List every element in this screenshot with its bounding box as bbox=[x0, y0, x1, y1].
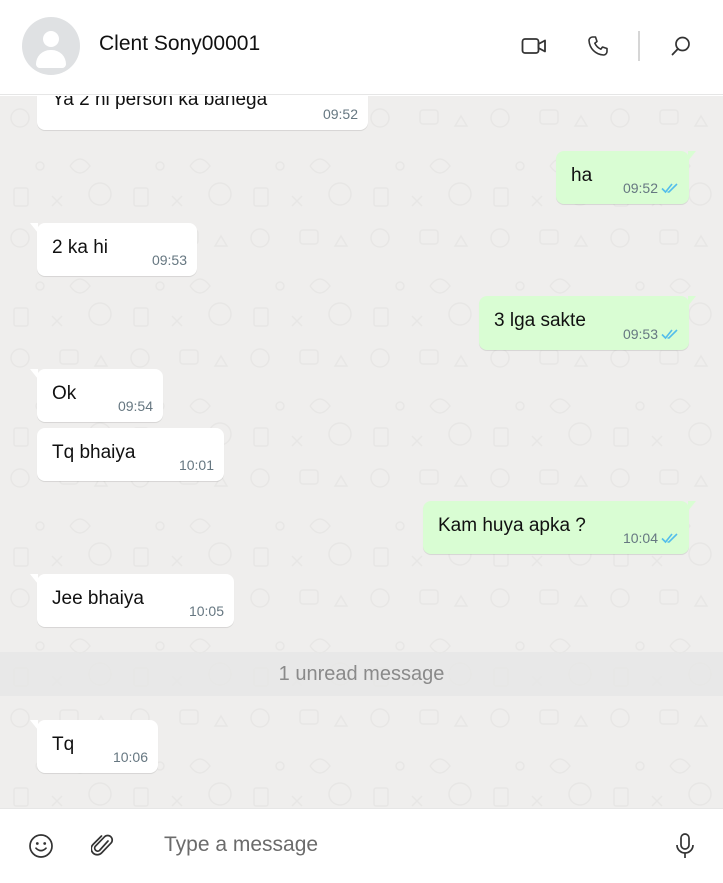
contact-name[interactable]: Clent Sony00001 bbox=[99, 32, 260, 56]
message-time: 10:05 bbox=[188, 603, 224, 619]
message-time: 10:01 bbox=[178, 457, 214, 473]
read-ticks-icon bbox=[661, 533, 678, 544]
message-incoming[interactable]: Ok 09:54 bbox=[30, 369, 163, 422]
message-time: 10:04 bbox=[623, 530, 679, 546]
avatar-icon[interactable] bbox=[22, 17, 80, 75]
read-ticks-icon bbox=[661, 183, 678, 194]
message-input[interactable] bbox=[152, 825, 632, 865]
message-incoming[interactable]: Jee bhaiya 10:05 bbox=[30, 574, 234, 627]
composer-bar bbox=[0, 808, 723, 883]
mic-icon[interactable] bbox=[670, 831, 700, 861]
message-outgoing[interactable]: 3 lga sakte 09:53 bbox=[479, 296, 696, 350]
read-ticks-icon bbox=[661, 329, 678, 340]
message-time: 09:53 bbox=[151, 252, 187, 268]
message-text: ha bbox=[571, 165, 593, 186]
message-text: 3 lga sakte bbox=[494, 310, 586, 331]
attach-icon[interactable] bbox=[88, 831, 118, 861]
message-time: 09:53 bbox=[623, 326, 679, 342]
message-incoming[interactable]: Ya 2 hi person ka banega 09:52 bbox=[37, 96, 368, 130]
message-incoming[interactable]: 2 ka hi 09:53 bbox=[30, 223, 197, 276]
header-divider bbox=[638, 31, 640, 61]
message-time: 09:52 bbox=[322, 106, 358, 122]
message-time: 10:06 bbox=[112, 749, 148, 765]
emoji-icon[interactable] bbox=[26, 831, 56, 861]
message-text: Ya 2 hi person ka banega bbox=[52, 96, 268, 110]
message-text: Tq bhaiya bbox=[52, 442, 136, 463]
voice-call-icon[interactable] bbox=[583, 31, 613, 61]
message-text: Tq bbox=[52, 734, 75, 755]
message-text: 2 ka hi bbox=[52, 237, 108, 258]
message-time: 09:52 bbox=[623, 180, 679, 196]
message-outgoing[interactable]: ha 09:52 bbox=[556, 151, 696, 204]
message-time: 09:54 bbox=[117, 398, 153, 414]
message-outgoing[interactable]: Kam huya apka ? 10:04 bbox=[423, 501, 696, 554]
message-incoming[interactable]: Tq 10:06 bbox=[30, 720, 158, 773]
message-incoming[interactable]: Tq bhaiya 10:01 bbox=[37, 428, 224, 481]
unread-divider: 1 unread message bbox=[0, 652, 723, 696]
video-call-icon[interactable] bbox=[519, 31, 549, 61]
message-text: Ok bbox=[52, 383, 77, 404]
search-icon[interactable] bbox=[666, 31, 696, 61]
message-text: Kam huya apka ? bbox=[438, 515, 586, 536]
chat-area[interactable]: Ya 2 hi person ka banega 09:52 ha 09:52 … bbox=[0, 96, 723, 808]
message-text: Jee bhaiya bbox=[52, 588, 144, 609]
chat-header: Clent Sony00001 bbox=[0, 0, 723, 95]
